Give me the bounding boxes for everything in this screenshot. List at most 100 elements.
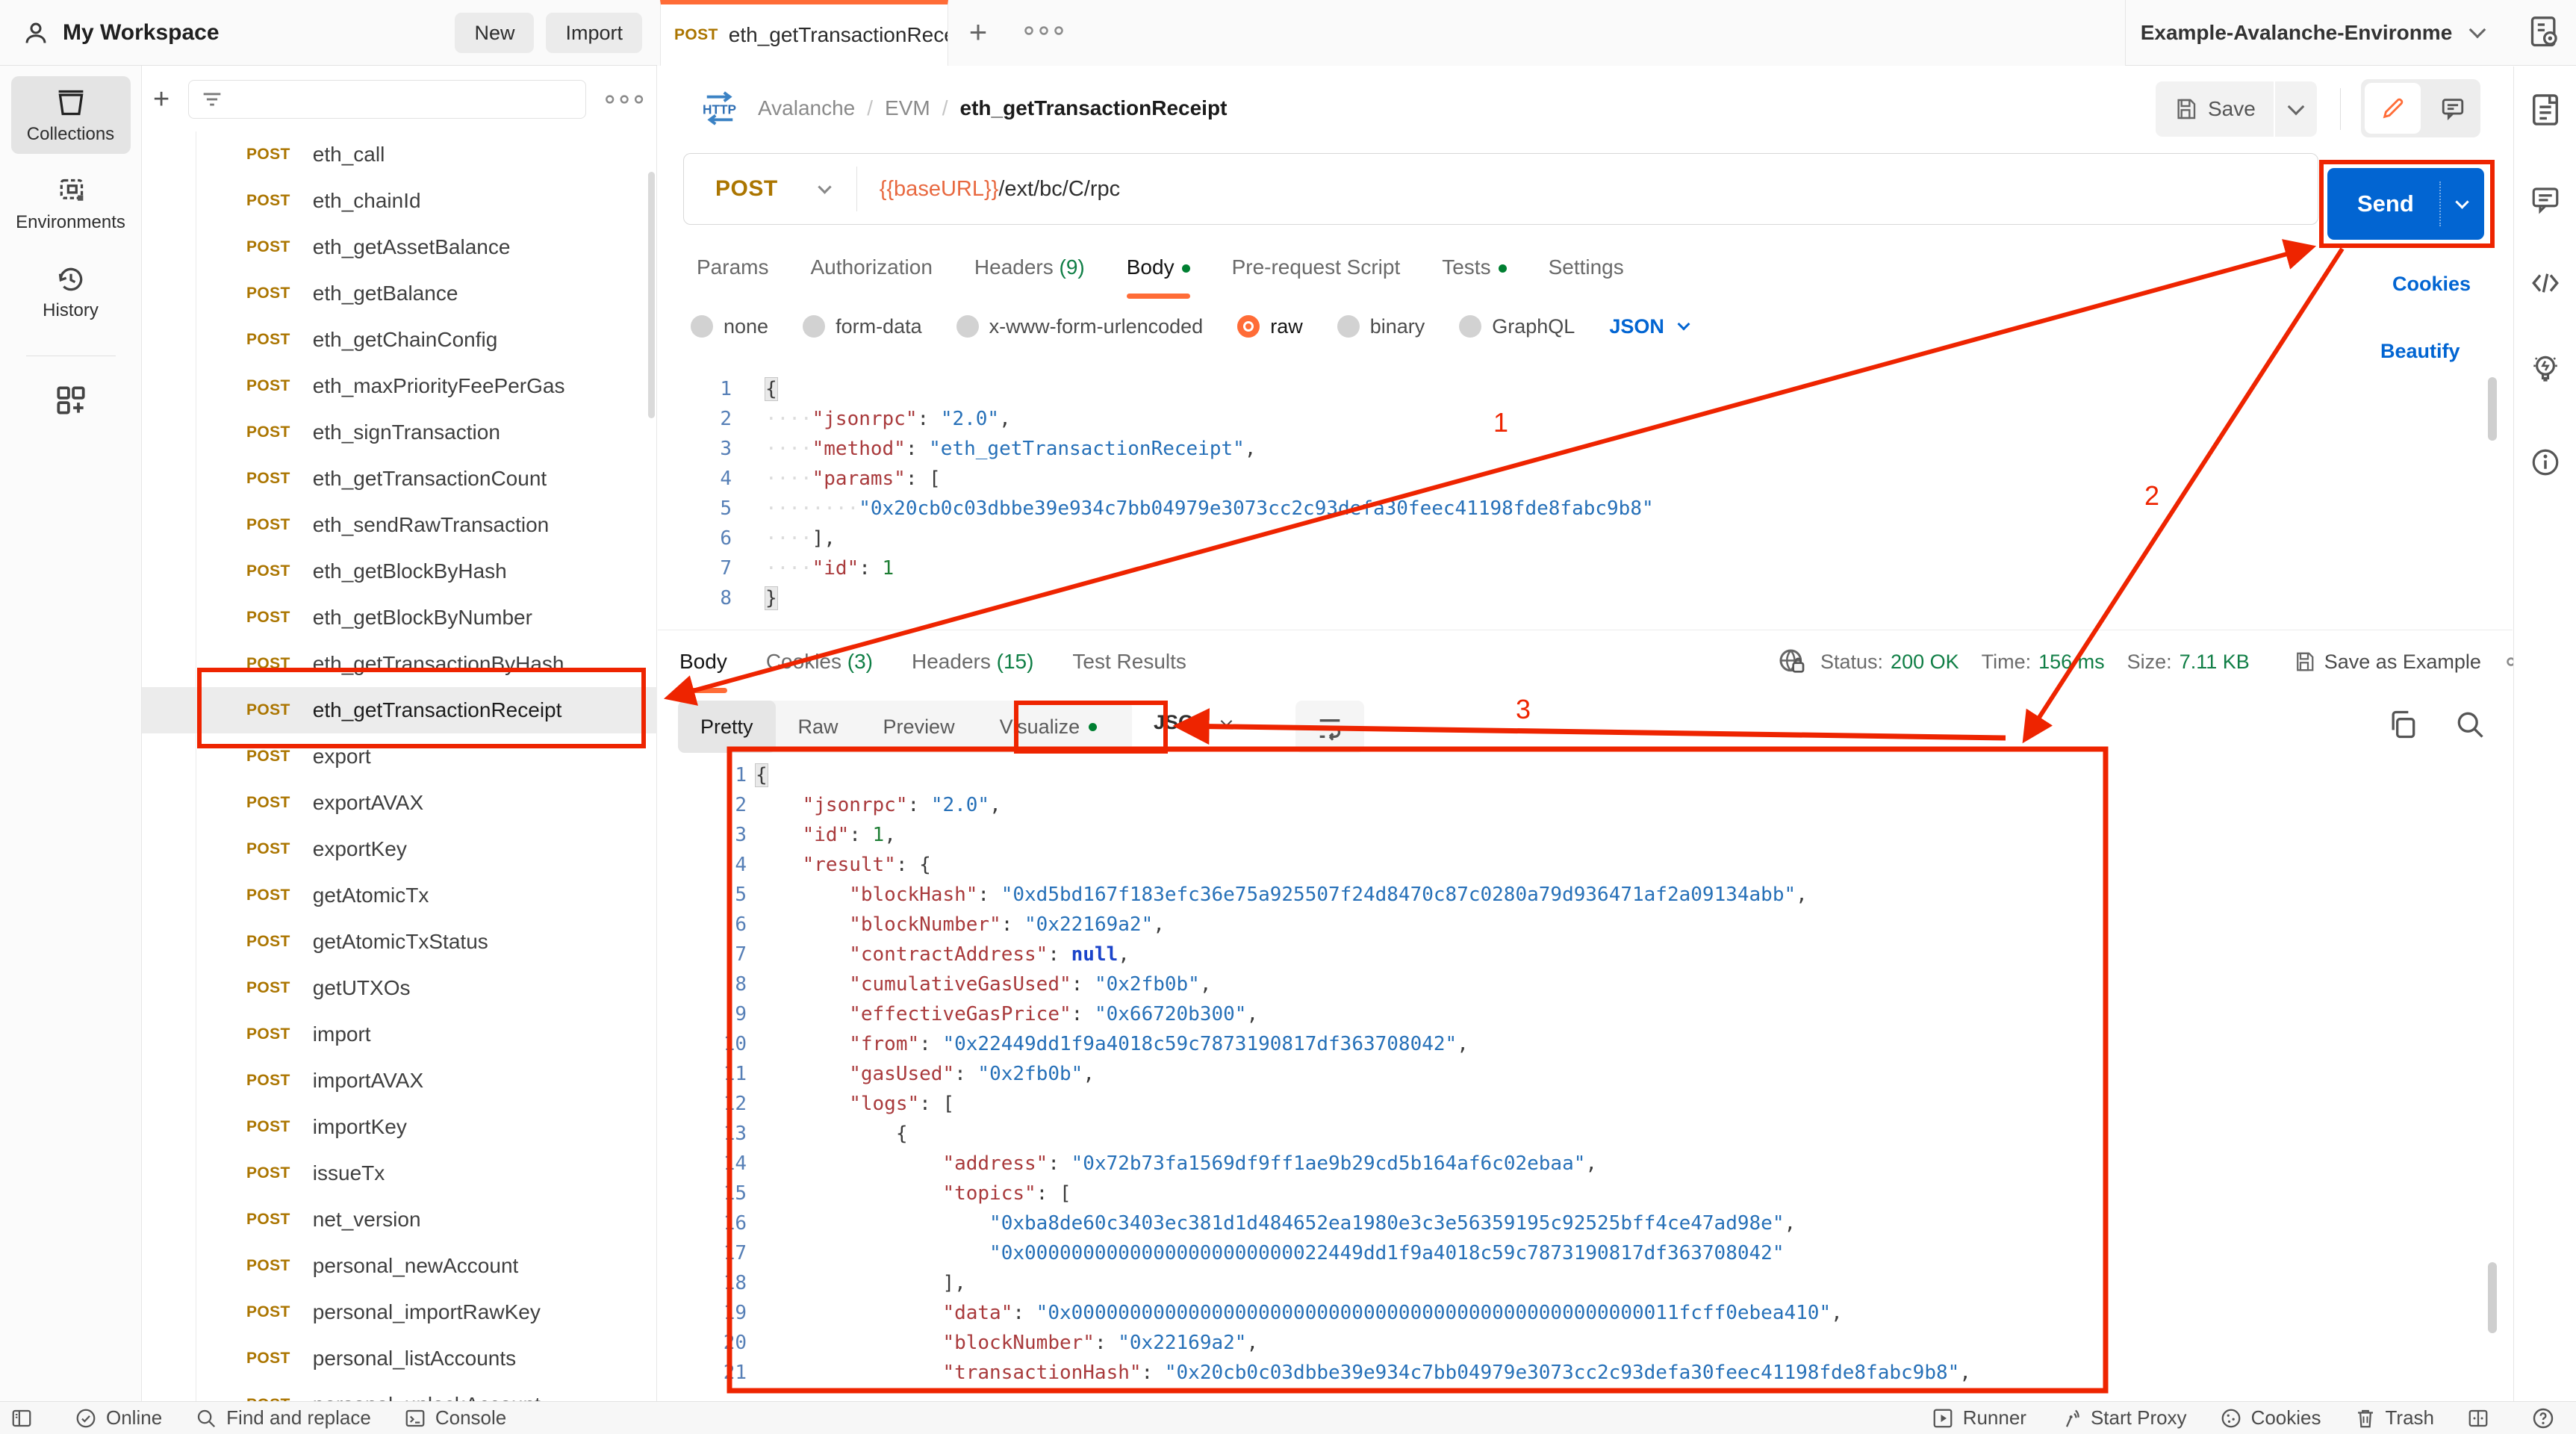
response-tab-test-results[interactable]: Test Results — [1072, 650, 1186, 674]
environment-selector[interactable]: Example-Avalanche-Environme — [2125, 0, 2576, 66]
sidebar-request-eth_getBlockByHash[interactable]: POST eth_getBlockByHash — [142, 548, 657, 595]
start-proxy-button[interactable]: Start Proxy — [2059, 1406, 2187, 1430]
search-response-icon[interactable] — [2454, 708, 2486, 741]
response-language-selector[interactable]: JSON — [1154, 711, 1232, 734]
save-dropdown-button[interactable] — [2274, 81, 2317, 137]
sidebar-request-getAtomicTx[interactable]: POST getAtomicTx — [142, 872, 657, 919]
body-mode-none[interactable]: none — [691, 315, 768, 338]
info-icon[interactable] — [2530, 447, 2561, 478]
sidebar-request-exportAVAX[interactable]: POST exportAVAX — [142, 780, 657, 826]
runner-button[interactable]: Runner — [1932, 1406, 2026, 1430]
sidebar-request-getUTXOs[interactable]: POST getUTXOs — [142, 965, 657, 1011]
environment-quicklook-icon[interactable] — [2528, 15, 2561, 51]
online-status[interactable]: Online — [75, 1406, 162, 1430]
sidebar-request-eth_getAssetBalance[interactable]: POST eth_getAssetBalance — [142, 224, 657, 270]
edit-mode-button[interactable] — [2365, 83, 2421, 134]
send-dropdown-icon[interactable] — [2455, 194, 2469, 209]
console-button[interactable]: Console — [404, 1406, 506, 1430]
response-tab-body[interactable]: Body — [679, 650, 727, 693]
body-mode-x-www-form-urlencoded[interactable]: x-www-form-urlencoded — [956, 315, 1203, 338]
new-button[interactable]: New — [455, 13, 535, 53]
wrap-lines-button[interactable] — [1295, 701, 1364, 753]
split-panel-button[interactable] — [2467, 1407, 2498, 1430]
documentation-icon[interactable] — [2530, 93, 2561, 127]
workspace-title[interactable]: My Workspace — [63, 20, 443, 46]
sidebar-request-eth_getBalance[interactable]: POST eth_getBalance — [142, 270, 657, 317]
save-button[interactable]: Save — [2156, 81, 2274, 137]
request-tab-tests[interactable]: Tests — [1442, 255, 1507, 279]
response-editor-scrollbar[interactable] — [2488, 1262, 2497, 1333]
save-as-example-button[interactable]: Save as Example — [2324, 651, 2481, 674]
sidebar-request-personal_newAccount[interactable]: POST personal_newAccount — [142, 1243, 657, 1289]
sidebar-request-eth_getTransactionByHash[interactable]: POST eth_getTransactionByHash — [142, 641, 657, 687]
comment-mode-button[interactable] — [2424, 79, 2480, 137]
body-mode-GraphQL[interactable]: GraphQL — [1459, 315, 1575, 338]
find-and-replace-button[interactable]: Find and replace — [195, 1406, 371, 1430]
sidebar-request-net_version[interactable]: POST net_version — [142, 1196, 657, 1243]
request-tab-params[interactable]: Params — [697, 255, 768, 279]
response-tab-cookies[interactable]: Cookies (3) — [766, 650, 873, 674]
tab-more-icon[interactable] — [1021, 22, 1066, 39]
body-mode-binary[interactable]: binary — [1337, 315, 1425, 338]
toggle-sidebar-button[interactable] — [10, 1407, 42, 1430]
view-preview[interactable]: Preview — [861, 701, 977, 753]
cookies-button[interactable]: Cookies — [2220, 1406, 2321, 1430]
body-mode-form-data[interactable]: form-data — [803, 315, 922, 338]
url-input[interactable]: {{baseURL}}/ext/bc/C/rpc — [880, 177, 1120, 202]
breadcrumb-folder[interactable]: EVM — [885, 96, 930, 120]
view-raw[interactable]: Raw — [776, 701, 861, 753]
request-editor-scrollbar[interactable] — [2488, 377, 2497, 441]
rail-item-history[interactable]: History — [11, 252, 131, 330]
sidebar-request-eth_sendRawTransaction[interactable]: POST eth_sendRawTransaction — [142, 502, 657, 548]
sidebar-request-eth_signTransaction[interactable]: POST eth_signTransaction — [142, 409, 657, 456]
view-pretty[interactable]: Pretty — [678, 701, 776, 753]
trash-button[interactable]: Trash — [2354, 1406, 2434, 1430]
help-button[interactable] — [2531, 1406, 2564, 1430]
add-block-icon[interactable] — [52, 382, 90, 419]
rail-item-collections[interactable]: Collections — [10, 76, 131, 154]
request-tab-headers[interactable]: Headers (9) — [974, 255, 1085, 279]
send-button[interactable]: Send — [2327, 168, 2484, 240]
sidebar-scrollbar[interactable] — [648, 172, 655, 418]
network-icon[interactable] — [1777, 647, 1807, 677]
sidebar-request-import[interactable]: POST import — [142, 1011, 657, 1058]
sidebar-request-personal_importRawKey[interactable]: POST personal_importRawKey — [142, 1289, 657, 1335]
sidebar-request-exportKey[interactable]: POST exportKey — [142, 826, 657, 872]
request-tab-authorization[interactable]: Authorization — [810, 255, 932, 279]
sidebar-filter-input[interactable] — [187, 80, 586, 119]
comments-icon[interactable] — [2530, 184, 2561, 215]
sidebar-request-eth_maxPriorityFeePerGas[interactable]: POST eth_maxPriorityFeePerGas — [142, 363, 657, 409]
sidebar-request-export[interactable]: POST export — [142, 733, 657, 780]
request-tab-body[interactable]: Body — [1126, 255, 1190, 299]
method-selector[interactable]: POST — [715, 176, 778, 202]
rail-item-environments[interactable]: Environments — [11, 164, 131, 242]
hints-icon[interactable] — [2530, 353, 2561, 387]
view-visualize[interactable]: Visualize — [977, 701, 1120, 753]
new-tab-button[interactable]: + — [962, 16, 995, 49]
sidebar-request-eth_chainId[interactable]: POST eth_chainId — [142, 178, 657, 224]
beautify-link[interactable]: Beautify — [2380, 340, 2460, 363]
code-snippet-icon[interactable] — [2530, 267, 2561, 299]
sidebar-more-icon[interactable] — [603, 91, 646, 108]
body-mode-raw[interactable]: raw — [1237, 315, 1303, 338]
sidebar-request-eth_getBlockByNumber[interactable]: POST eth_getBlockByNumber — [142, 595, 657, 641]
cookies-link[interactable]: Cookies — [2392, 273, 2471, 296]
request-tab[interactable]: POST eth_getTransactionRece — [660, 0, 948, 66]
copy-response-icon[interactable] — [2386, 708, 2419, 741]
breadcrumb-collection[interactable]: Avalanche — [758, 96, 855, 120]
sidebar-request-issueTx[interactable]: POST issueTx — [142, 1150, 657, 1196]
sidebar-add-button[interactable]: + — [153, 84, 184, 116]
import-button[interactable]: Import — [546, 13, 642, 53]
sidebar-request-eth_getChainConfig[interactable]: POST eth_getChainConfig — [142, 317, 657, 363]
sidebar-request-importKey[interactable]: POST importKey — [142, 1104, 657, 1150]
sidebar-request-eth_call[interactable]: POST eth_call — [142, 131, 657, 178]
sidebar-request-eth_getTransactionReceipt[interactable]: POST eth_getTransactionReceipt — [142, 687, 657, 733]
response-tab-headers[interactable]: Headers (15) — [912, 650, 1033, 674]
sidebar-request-personal_listAccounts[interactable]: POST personal_listAccounts — [142, 1335, 657, 1382]
sidebar-request-importAVAX[interactable]: POST importAVAX — [142, 1058, 657, 1104]
request-body-editor[interactable]: 1{2"jsonrpc": "2.0",3"method": "eth_getT… — [694, 374, 2479, 613]
response-body-editor[interactable]: 1{2 "jsonrpc": "2.0", 3 "id": 1, 4 "result": … — [702, 760, 2486, 1388]
request-tab-settings[interactable]: Settings — [1549, 255, 1624, 279]
sidebar-request-getAtomicTxStatus[interactable]: POST getAtomicTxStatus — [142, 919, 657, 965]
body-language-selector[interactable]: JSON — [1609, 315, 1690, 338]
